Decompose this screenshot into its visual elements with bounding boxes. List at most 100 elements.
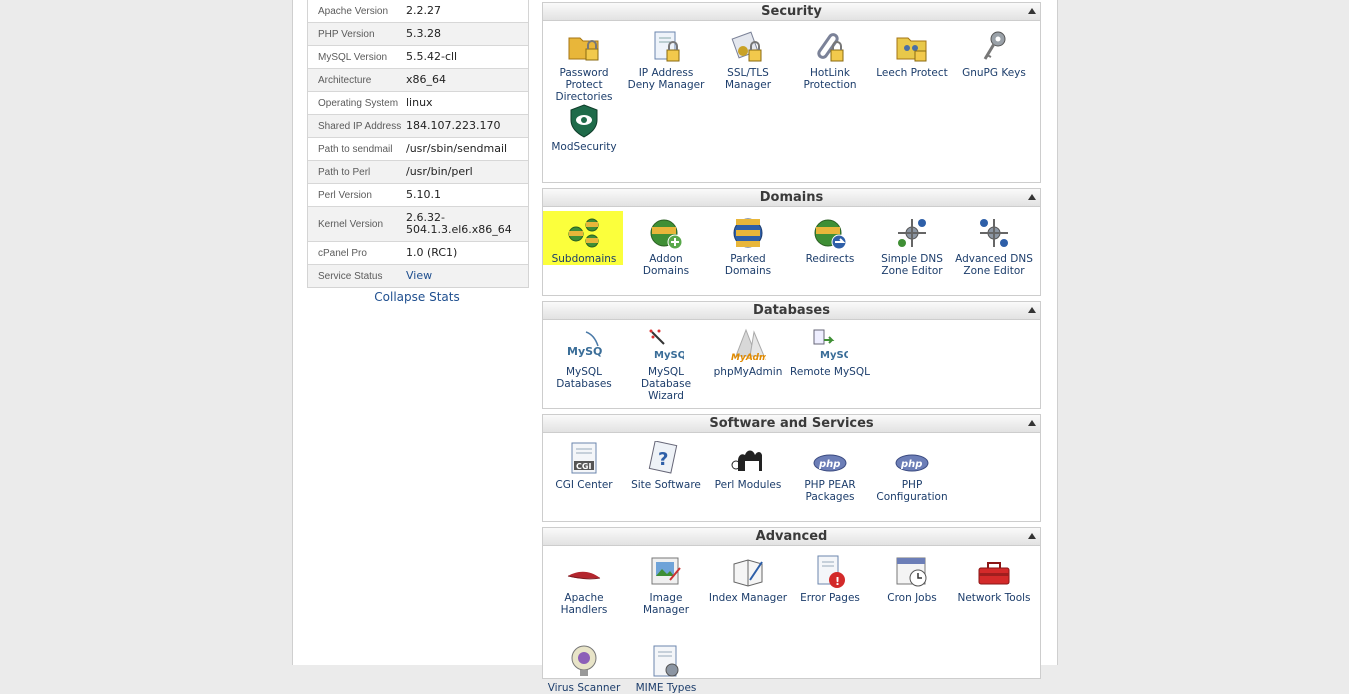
phpmyadmin-logo-text: MyAdmin: [731, 353, 766, 363]
stat-row-kernel: Kernel Version 2.6.32- 504.1.3.el6.x86_64: [308, 206, 528, 241]
software-services-panel-header[interactable]: Software and Services: [543, 415, 1040, 433]
php-logo-text: php: [818, 459, 840, 470]
item-label: MySQL Database Wizard: [640, 366, 692, 402]
network-tools[interactable]: Network Tools: [953, 554, 1035, 604]
gnupg-keys[interactable]: GnuPG Keys: [953, 29, 1035, 79]
item-label: phpMyAdmin: [713, 366, 783, 378]
simple-dns-zone-editor[interactable]: Simple DNS Zone Editor: [871, 215, 953, 277]
stat-value: 1.0 (RC1): [406, 246, 458, 259]
collapse-arrow-icon[interactable]: [1028, 194, 1036, 200]
stat-value: 184.107.223.170: [406, 119, 501, 132]
domains-panel: Domains Subdomains Addon Domains Parked …: [542, 188, 1041, 296]
mysql-logo-text: MySQL: [820, 350, 848, 361]
domains-panel-header[interactable]: Domains: [543, 189, 1040, 207]
item-label: Virus Scanner: [547, 682, 621, 694]
calendar-clock-icon: [896, 557, 927, 587]
remote-mysql-icon: MySQL: [813, 329, 848, 361]
stat-label: MySQL Version: [318, 51, 388, 63]
item-label: Network Tools: [957, 592, 1031, 604]
password-protect-directories[interactable]: Password Protect Directories: [543, 29, 625, 103]
collapse-arrow-icon[interactable]: [1028, 533, 1036, 539]
stat-value: /usr/bin/perl: [406, 165, 473, 178]
phpmyadmin[interactable]: MyAdmin phpMyAdmin: [707, 328, 789, 378]
ip-address-deny-manager[interactable]: IP Address Deny Manager: [625, 29, 707, 91]
collapse-arrow-icon[interactable]: [1028, 8, 1036, 14]
service-status-link[interactable]: View: [406, 268, 528, 284]
databases-panel: Databases MySQL MySQL Databases MySQL My…: [542, 301, 1041, 409]
leech-protect[interactable]: Leech Protect: [871, 29, 953, 79]
index-manager[interactable]: Index Manager: [707, 554, 789, 604]
cron-jobs[interactable]: Cron Jobs: [871, 554, 953, 604]
item-label: CGI Center: [555, 479, 613, 491]
image-manager[interactable]: Image Manager: [625, 554, 707, 616]
certificate-lock-icon: [731, 31, 762, 62]
security-panel-header[interactable]: Security: [543, 3, 1040, 21]
mysql-database-wizard[interactable]: MySQL MySQL Database Wizard: [625, 328, 707, 402]
item-label: Advanced DNS Zone Editor: [955, 253, 1033, 277]
svg-text:!: !: [835, 575, 840, 588]
panel-title: Software and Services: [709, 416, 874, 431]
virus-scanner[interactable]: Virus Scanner: [543, 644, 625, 694]
stat-row-shared-ip: Shared IP Address 184.107.223.170: [308, 114, 528, 137]
panel-title: Security: [761, 4, 822, 19]
stat-value: 2.2.27: [406, 4, 441, 17]
index-book-icon: [733, 559, 763, 587]
folder-lock-icon: [568, 37, 599, 61]
software-services-panel: Software and Services CGI CGI Center ? S…: [542, 414, 1041, 522]
advanced-panel-header[interactable]: Advanced: [543, 528, 1040, 546]
perl-modules[interactable]: Perl Modules: [707, 441, 789, 491]
stat-label: Service Status: [318, 270, 383, 282]
item-label: Subdomains: [551, 253, 617, 265]
mime-types[interactable]: MIME Types: [625, 644, 707, 694]
mysql-icon: MySQL: [567, 331, 602, 358]
stat-value: 5.10.1: [406, 188, 441, 201]
ssl-tls-manager[interactable]: SSL/TLS Manager: [707, 29, 789, 91]
panel-title: Databases: [753, 303, 830, 318]
item-label: MySQL Databases: [556, 366, 612, 390]
hotlink-protection[interactable]: HotLink Protection: [789, 29, 871, 91]
item-label: GnuPG Keys: [962, 67, 1026, 79]
stat-label: Architecture: [318, 74, 372, 86]
stat-row-apache: Apache Version 2.2.27: [308, 0, 528, 22]
collapse-stats-link[interactable]: Collapse Stats: [307, 290, 527, 304]
apache-handlers[interactable]: Apache Handlers: [543, 554, 625, 616]
stat-row-sendmail: Path to sendmail/usr/sbin/sendmail: [308, 137, 528, 160]
feather-icon: [567, 571, 601, 580]
stat-label: Path to sendmail: [318, 143, 393, 155]
stat-row-php: PHP Version 5.3.28: [308, 22, 528, 45]
error-page-icon: !: [817, 555, 845, 588]
site-software[interactable]: ? Site Software: [625, 441, 707, 491]
mysql-logo-text: MySQL: [567, 345, 602, 358]
stats-table: Apache Version 2.2.27 PHP Version 5.3.28 M…: [307, 0, 529, 288]
item-label: Parked Domains: [724, 253, 772, 277]
advanced-dns-zone-editor[interactable]: Advanced DNS Zone Editor: [953, 215, 1035, 277]
stat-row-perl-path: Path to Perl/usr/bin/perl: [308, 160, 528, 183]
stat-label: Operating System: [318, 97, 399, 109]
php-configuration[interactable]: php PHP Configuration: [871, 441, 953, 503]
subdomains[interactable]: Subdomains: [543, 215, 625, 265]
keys-icon: [983, 31, 1006, 60]
site-software-icon: ?: [648, 441, 678, 474]
item-label: HotLink Protection: [803, 67, 857, 91]
stat-row-architecture: Architecture x86_64: [308, 68, 528, 91]
svg-text:?: ?: [658, 449, 668, 470]
dns-network-icon: [898, 219, 926, 247]
error-pages[interactable]: ! Error Pages: [789, 554, 871, 604]
php-logo-text: php: [900, 459, 922, 470]
mysql-databases[interactable]: MySQL MySQL Databases: [543, 328, 625, 390]
redirects[interactable]: Redirects: [789, 215, 871, 265]
parked-domains[interactable]: Parked Domains: [707, 215, 789, 277]
collapse-arrow-icon[interactable]: [1028, 307, 1036, 313]
modsecurity[interactable]: ModSecurity: [543, 103, 625, 153]
cgi-icon: CGI: [571, 442, 597, 474]
remote-mysql[interactable]: MySQL Remote MySQL: [789, 328, 871, 378]
item-label: Addon Domains: [642, 253, 690, 277]
addon-domains[interactable]: Addon Domains: [625, 215, 707, 277]
php-pear-packages[interactable]: php PHP PEAR Packages: [789, 441, 871, 503]
stat-label: PHP Version: [318, 28, 375, 40]
cgi-center[interactable]: CGI CGI Center: [543, 441, 625, 491]
www-stack-icon: [733, 218, 763, 248]
collapse-arrow-icon[interactable]: [1028, 420, 1036, 426]
cgi-logo-text: CGI: [576, 462, 591, 471]
databases-panel-header[interactable]: Databases: [543, 302, 1040, 320]
